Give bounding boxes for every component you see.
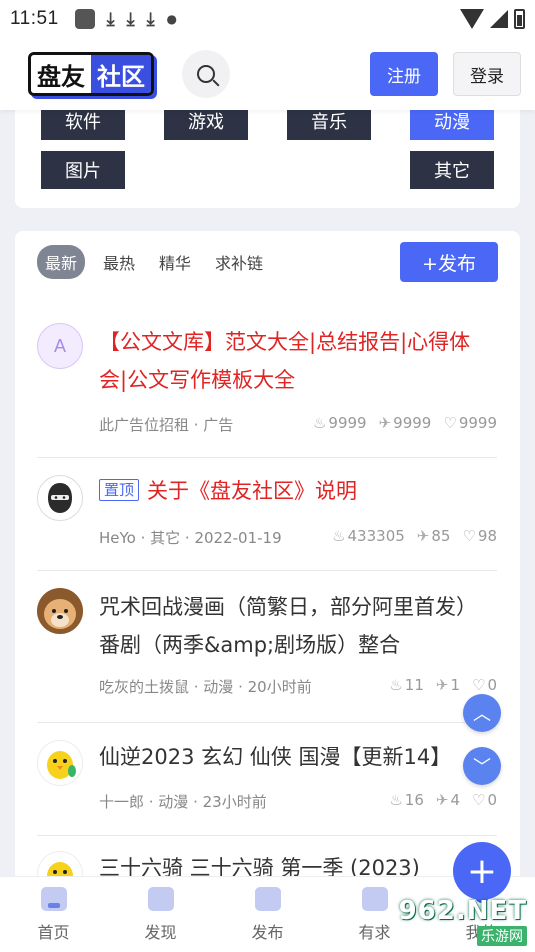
likes-count: 0 [487,676,497,694]
post-item[interactable]: 咒术回战漫画（简繁日，部分阿里首发）番剧（两季&amp;剧场版）整合 吃灰的土拨… [37,572,497,723]
dog-avatar-icon [37,588,83,634]
share-icon: ✈ [378,414,392,432]
login-button[interactable]: 登录 [453,52,521,96]
clipboard-icon [254,887,281,911]
plus-icon: + [466,850,498,892]
signal-icon [490,10,508,28]
chevron-up-icon: ︿ [473,704,491,725]
post-stats: ♨ 16 ✈ 4 ♡ 0 [389,791,497,809]
site-logo[interactable]: 盘友 社区 [28,52,154,96]
watermark: 962.NET 乐游网 [399,896,527,946]
share-icon: ✈ [435,791,449,809]
app-notification-icon [74,9,95,29]
avatar[interactable] [37,475,83,521]
heart-icon: ♡ [462,527,476,545]
nav-discover-label: 发现 [144,923,177,942]
tab-request-link[interactable]: 求补链 [209,246,269,278]
post-meta: HeYo · 其它 · 2022-01-19 [99,529,282,547]
search-icon [197,65,215,83]
logo-text-2: 社区 [91,55,151,93]
post-item[interactable]: 置顶 关于《盘友社区》说明 HeYo · 其它 · 2022-01-19 ♨ 433… [37,459,497,571]
heart-icon: ♡ [443,414,457,432]
share-icon: ✈ [435,676,449,694]
category-other[interactable]: 其它 [410,151,494,189]
shares-count: 4 [450,791,460,809]
post-meta: 十一郎 · 动漫 · 23小时前 [99,793,267,811]
shares-count: 85 [431,527,451,545]
avatar[interactable]: A [37,323,83,369]
chick-avatar-icon [47,751,76,779]
scroll-bottom-button[interactable]: ﹀ [463,747,501,785]
avatar[interactable] [37,740,83,786]
views-count: 11 [404,676,424,694]
heart-icon: ♡ [472,791,486,809]
post-feed: 最新 最热 精华 求补链 +发布 A 【公文文库】范文大全|总结报告|心得体会|… [15,231,520,881]
nav-publish-label: 发布 [251,923,284,942]
post-item[interactable]: 仙逆2023 玄幻 仙侠 国漫【更新14】 十一郎 · 动漫 · 23小时前 ♨… [37,724,497,836]
shares-count: 9999 [393,414,432,432]
request-icon [361,887,388,911]
download-icon: ⤓ [146,8,155,30]
nav-discover[interactable]: 发现 [107,877,214,952]
post-item[interactable]: A 【公文文库】范文大全|总结报告|心得体会|公文写作模板大全 此广告位招租 ·… [37,319,497,458]
post-stats: ♨ 11 ✈ 1 ♡ 0 [389,676,497,694]
feed-tabs: 最新 最热 精华 求补链 [37,245,269,279]
post-meta: 此广告位招租 · 广告 [99,416,234,434]
more-notifications-icon: ● [166,12,178,26]
nav-publish[interactable]: 发布 [214,877,321,952]
watermark-main: 962.NET [398,896,527,926]
likes-count: 0 [487,791,497,809]
tab-hot[interactable]: 最热 [97,246,141,278]
download-icon: ⤓ [126,8,135,30]
heart-icon: ♡ [472,676,486,694]
watermark-sub: 乐游网 [477,926,527,946]
scroll-top-button[interactable]: ︿ [463,694,501,732]
app-header: 盘友 社区 注册 登录 [0,38,535,110]
search-button[interactable] [182,50,230,98]
post-stats: ♨ 9999 ✈ 9999 ♡ 9999 [313,414,497,432]
nav-request-label: 有求 [358,923,391,942]
battery-icon [514,9,525,29]
post-title[interactable]: 置顶 关于《盘友社区》说明 [99,472,497,510]
fire-icon: ♨ [389,791,403,809]
register-button[interactable]: 注册 [370,52,438,96]
likes-count: 98 [477,527,497,545]
tab-featured[interactable]: 精华 [153,246,197,278]
wifi-icon [460,9,484,29]
discover-icon [147,887,174,911]
avatar[interactable] [37,588,83,634]
ninja-avatar-icon [48,483,72,513]
post-stats: ♨ 433305 ✈ 85 ♡ 98 [332,527,497,545]
fire-icon: ♨ [312,414,327,432]
post-title[interactable]: 【公文文库】范文大全|总结报告|心得体会|公文写作模板大全 [99,323,497,399]
nav-home[interactable]: 首页 [0,877,107,952]
likes-count: 9999 [458,414,497,432]
views-count: 16 [404,791,424,809]
views-count: 9999 [328,414,367,432]
fire-icon: ♨ [389,676,403,694]
fire-icon: ♨ [332,527,346,545]
logo-text-1: 盘友 [31,55,91,93]
post-meta: 吃灰的土拨鼠 · 动漫 · 20小时前 [99,678,312,696]
chevron-down-icon: ﹀ [473,757,491,778]
post-title[interactable]: 仙逆2023 玄幻 仙侠 国漫【更新14】 [99,738,497,776]
category-panel: 软件 游戏 音乐 动漫 图片 其它 [15,96,520,208]
tab-latest[interactable]: 最新 [37,245,86,279]
nav-home-label: 首页 [37,923,70,942]
views-count: 433305 [347,527,405,545]
home-icon [40,887,67,911]
status-bar: 11:51 ⤓ ⤓ ⤓ ● [0,0,535,38]
shares-count: 1 [450,676,460,694]
pinned-badge: 置顶 [99,479,140,501]
post-title-text: 关于《盘友社区》说明 [147,479,358,503]
floating-add-button[interactable]: + [453,842,511,900]
download-icon: ⤓ [106,8,115,30]
post-title[interactable]: 咒术回战漫画（简繁日，部分阿里首发）番剧（两季&amp;剧场版）整合 [99,588,497,664]
status-time: 11:51 [10,8,59,29]
category-pictures[interactable]: 图片 [41,151,125,189]
publish-button[interactable]: +发布 [400,242,498,282]
post-item[interactable]: 三十六骑 三十六骑 第一季 (2023) [37,837,497,881]
share-icon: ✈ [416,527,430,545]
